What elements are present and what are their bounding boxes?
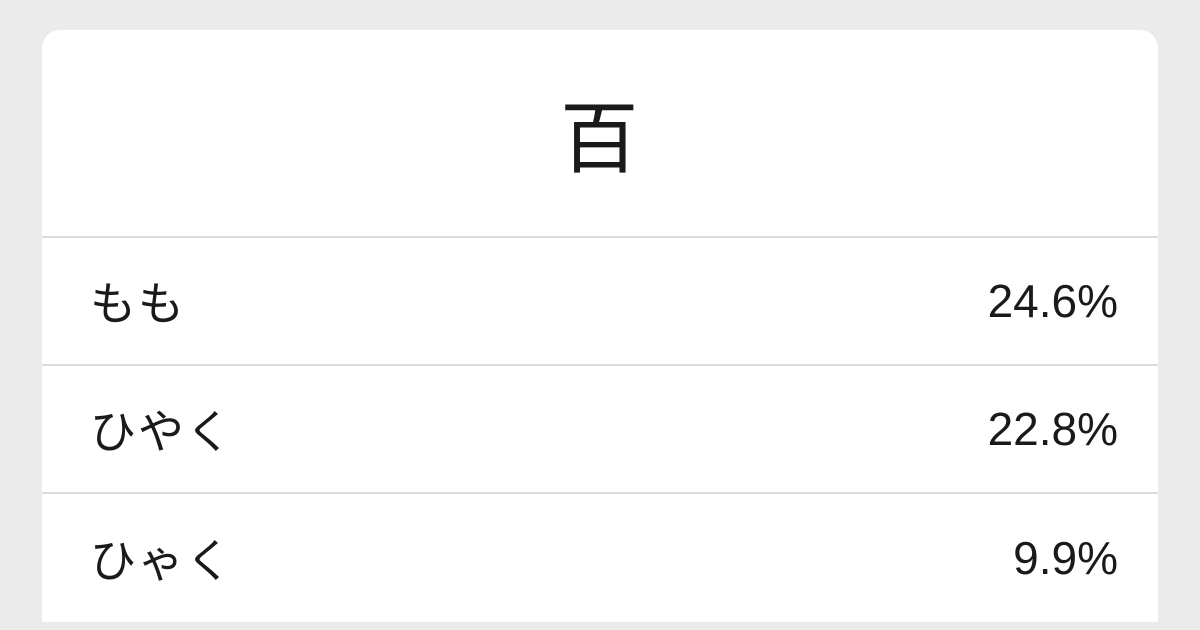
reading-text: ひやく <box>90 396 234 462</box>
reading-percent: 9.9% <box>1013 531 1118 585</box>
card-header: 百 <box>42 30 1158 238</box>
reading-percent: 24.6% <box>988 274 1118 328</box>
reading-text: ひゃく <box>90 525 234 591</box>
reading-row[interactable]: ひやく 22.8% <box>42 366 1158 494</box>
readings-card: 百 もも 24.6% ひやく 22.8% ひゃく 9.9% <box>42 30 1158 622</box>
reading-row[interactable]: ひゃく 9.9% <box>42 494 1158 622</box>
reading-row[interactable]: もも 24.6% <box>42 238 1158 366</box>
kanji-title: 百 <box>560 77 640 189</box>
reading-text: もも <box>90 268 186 334</box>
reading-percent: 22.8% <box>988 402 1118 456</box>
